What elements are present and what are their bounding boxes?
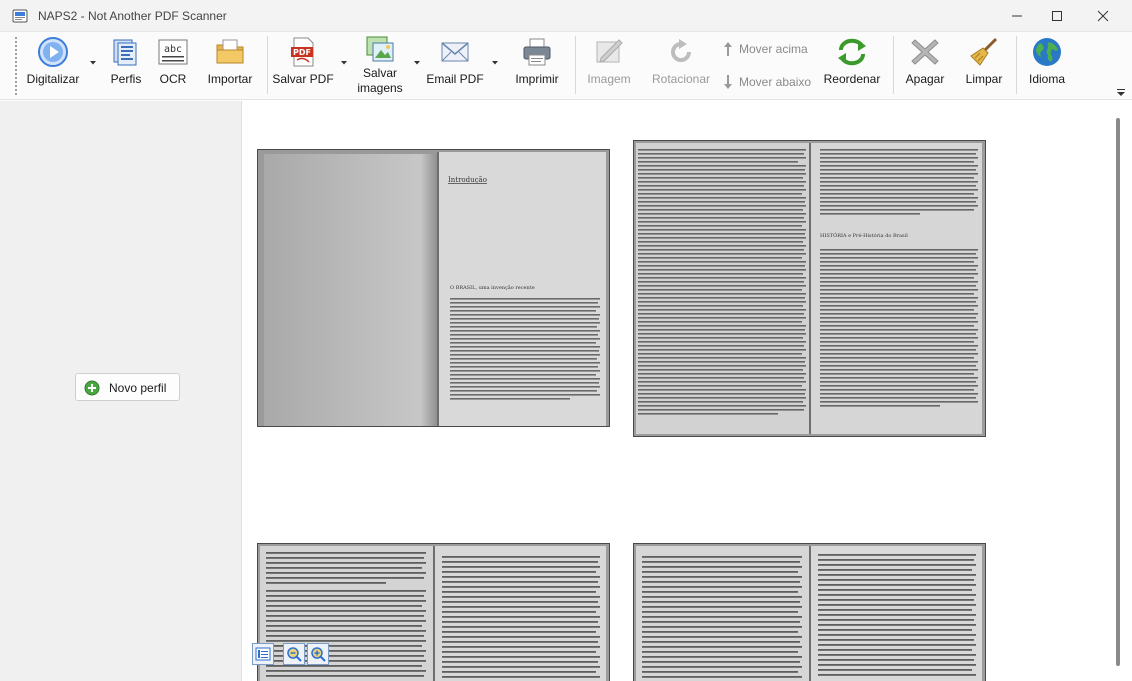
move-up-label: Mover acima [739, 42, 808, 56]
printer-icon [523, 38, 551, 66]
minimize-icon [1012, 15, 1022, 17]
scan-icon [38, 37, 68, 67]
svg-text:abc: abc [164, 44, 182, 55]
scan-button[interactable]: Digitalizar [22, 34, 84, 98]
page-heading: HISTÓRIA e Pré-História do Brasil [820, 231, 908, 239]
toolbar-separator [267, 36, 268, 94]
profiles-pane: Novo perfil [0, 101, 242, 681]
title-bar: NAPS2 - Not Another PDF Scanner [0, 0, 1132, 32]
print-label: Imprimir [515, 72, 559, 86]
import-label: Importar [207, 72, 253, 86]
image-label: Imagem [587, 72, 631, 86]
email-pdf-button[interactable]: Email PDF [424, 34, 486, 98]
save-pdf-button[interactable]: PDF Salvar PDF [272, 34, 334, 98]
broom-icon [970, 37, 998, 66]
delete-button[interactable]: Apagar [900, 34, 950, 98]
thumbnail-area: Introdução O BRASIL, uma invenção recent… [243, 101, 1113, 681]
zoom-in-button[interactable] [307, 643, 329, 665]
page-thumbnail[interactable] [633, 543, 986, 681]
import-folder-icon [216, 39, 244, 64]
arrow-up-icon [724, 42, 732, 56]
page-subheading: O BRASIL, uma invenção recente [450, 284, 535, 291]
ocr-label: OCR [159, 72, 187, 86]
save-images-dropdown-icon[interactable] [413, 60, 421, 66]
email-pdf-label: Email PDF [426, 72, 484, 86]
scan-label: Digitalizar [26, 72, 80, 86]
window-title: NAPS2 - Not Another PDF Scanner [38, 9, 227, 23]
image-edit-icon [596, 39, 623, 63]
clear-button[interactable]: Limpar [958, 34, 1010, 98]
list-view-icon [255, 647, 271, 661]
rotate-label: Rotacionar [651, 72, 711, 86]
rotate-button[interactable]: Rotacionar [648, 34, 714, 98]
image-button[interactable]: Imagem [582, 34, 636, 98]
email-pdf-dropdown-icon[interactable] [491, 60, 499, 66]
page-thumbnail[interactable]: HISTÓRIA e Pré-História do Brasil [633, 140, 986, 437]
delete-label: Apagar [905, 72, 945, 86]
save-images-label: Salvar imagens [352, 66, 408, 96]
profiles-label: Perfis [110, 72, 142, 86]
reorder-icon [838, 38, 866, 66]
move-up-button[interactable]: Mover acima [722, 40, 814, 58]
clear-label: Limpar [965, 72, 1003, 86]
page-thumbnail[interactable]: Introdução O BRASIL, uma invenção recent… [257, 149, 610, 427]
zoom-out-icon [287, 647, 302, 662]
save-pdf-dropdown-icon[interactable] [340, 60, 348, 66]
add-icon [84, 380, 100, 396]
pdf-icon: PDF [291, 37, 314, 67]
save-images-label-line2: imagens [357, 81, 403, 95]
view-mode-button[interactable] [252, 643, 274, 665]
profiles-button[interactable]: Perfis [104, 34, 148, 98]
move-down-button[interactable]: Mover abaixo [722, 73, 814, 91]
toolbar-separator [1016, 36, 1017, 94]
save-pdf-label: Salvar PDF [272, 72, 334, 86]
app-icon [12, 9, 28, 23]
language-button[interactable]: Idioma [1022, 34, 1072, 98]
reorder-label: Reordenar [823, 72, 881, 86]
zoom-out-button[interactable] [283, 643, 305, 665]
scrollbar-thumb[interactable] [1116, 118, 1120, 666]
toolbar-grip[interactable] [14, 36, 18, 96]
delete-x-icon [911, 39, 939, 65]
reorder-button[interactable]: Reordenar [820, 34, 884, 98]
toolbar: Digitalizar Perfis abc OCR Importar PDF … [0, 32, 1132, 100]
page-image [634, 544, 985, 681]
maximize-icon [1052, 11, 1062, 21]
language-label: Idioma [1028, 72, 1066, 86]
globe-icon [1033, 38, 1061, 66]
page-heading: Introdução [448, 176, 487, 184]
rotate-icon [671, 39, 691, 62]
ocr-icon: abc [158, 39, 188, 65]
svg-text:PDF: PDF [293, 48, 311, 57]
move-down-label: Mover abaixo [739, 75, 812, 89]
close-icon [1097, 10, 1109, 22]
import-button[interactable]: Importar [202, 34, 258, 98]
new-profile-button[interactable]: Novo perfil [75, 373, 180, 401]
page-image: HISTÓRIA e Pré-História do Brasil [634, 141, 985, 436]
email-icon [441, 42, 469, 62]
maximize-button[interactable] [1034, 0, 1080, 32]
print-button[interactable]: Imprimir [508, 34, 566, 98]
toolbar-separator [893, 36, 894, 94]
scan-dropdown-icon[interactable] [89, 60, 97, 66]
save-images-button[interactable]: Salvar imagens [352, 34, 408, 98]
save-images-label-line1: Salvar [362, 66, 397, 80]
ocr-button[interactable]: abc OCR [152, 34, 194, 98]
close-button[interactable] [1080, 0, 1126, 32]
save-images-icon [366, 36, 394, 62]
toolbar-separator [575, 36, 576, 94]
profiles-icon [113, 39, 137, 66]
zoom-in-icon [311, 647, 326, 662]
page-image: Introdução O BRASIL, uma invenção recent… [258, 150, 609, 426]
arrow-down-icon [724, 75, 732, 89]
toolbar-overflow-icon[interactable] [1116, 88, 1126, 98]
new-profile-label: Novo perfil [109, 381, 167, 395]
